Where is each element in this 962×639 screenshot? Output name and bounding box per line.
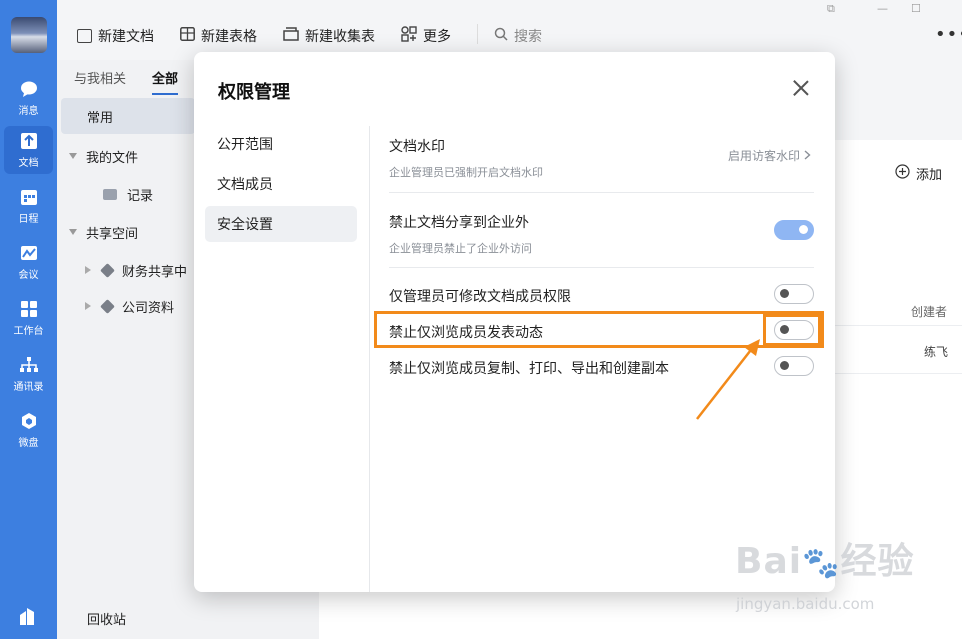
tab-all[interactable]: 全部: [152, 68, 179, 95]
tab-doc-members[interactable]: 文档成员: [205, 166, 357, 202]
space-cube-icon: [100, 262, 115, 278]
rail-item-workbench[interactable]: 工作台: [4, 294, 53, 342]
rail-item-calendar[interactable]: 日程: [4, 182, 53, 230]
side-tabs: 与我相关 全部: [74, 68, 179, 95]
sidebar-item-label: 我的文件: [86, 150, 139, 166]
add-button[interactable]: 添加: [895, 164, 942, 183]
app-rail: 消息 文档 日程 会议 工作台 通讯录 微盘: [0, 0, 57, 639]
apps-more-icon: [401, 26, 417, 46]
annotation-arrow-icon: [696, 339, 760, 420]
chevron-right-icon: [85, 302, 91, 310]
new-sheet-label: 新建表格: [201, 29, 257, 45]
space-cube-icon: [100, 298, 115, 314]
minimize-icon[interactable]: —: [877, 2, 888, 15]
external-share-toggle[interactable]: [774, 220, 814, 240]
setting-title: 仅管理员可修改文档成员权限: [389, 289, 571, 305]
tab-related[interactable]: 与我相关: [74, 68, 126, 95]
new-doc-icon: [77, 29, 92, 43]
toolbar-divider: [477, 24, 478, 44]
collect-form-icon: [283, 27, 299, 45]
rail-label: 日程: [18, 213, 39, 225]
sidebar-item-label: 财务共享中: [122, 264, 188, 280]
document-icon: [19, 132, 39, 150]
sidebar-item-label: 记录: [127, 188, 154, 204]
maximize-icon[interactable]: ☐: [911, 2, 921, 15]
rail-label: 会议: [18, 269, 39, 281]
chevron-down-icon: [69, 229, 77, 235]
watermark-url: jingyan.baidu.com: [736, 595, 875, 613]
calendar-icon: [19, 188, 39, 206]
annotation-highlight-toggle: [763, 314, 821, 346]
dialog-divider: [369, 126, 370, 592]
tab-security-settings[interactable]: 安全设置: [205, 206, 357, 242]
creator-cell: 练飞: [924, 345, 949, 359]
setting-title: 禁止文档分享到企业外: [389, 215, 529, 231]
setting-admin-only: 仅管理员可修改文档成员权限: [389, 286, 814, 306]
table-icon: [180, 27, 195, 45]
building-icon[interactable]: [18, 606, 38, 630]
rail-item-docs[interactable]: 文档: [4, 126, 53, 174]
rail-item-contacts[interactable]: 通讯录: [4, 350, 53, 398]
search-input[interactable]: 搜索: [494, 26, 542, 46]
more-button[interactable]: 更多: [401, 26, 451, 46]
baidu-watermark-logo: Bai🐾经验: [735, 541, 915, 582]
sidebar-item-label: 回收站: [87, 612, 127, 628]
creator-column-header: 创建者: [911, 305, 948, 319]
top-toolbar: 新建文档 新建表格 新建收集表 更多 搜索 ••• ⧉ — ☐: [57, 0, 962, 60]
org-chart-icon: [19, 356, 39, 374]
search-placeholder: 搜索: [514, 29, 542, 45]
drive-icon: [19, 412, 39, 430]
pop-out-icon[interactable]: ⧉: [827, 2, 835, 16]
search-icon: [494, 27, 508, 45]
avatar[interactable]: [11, 17, 47, 53]
setting-divider: [389, 267, 814, 268]
close-icon[interactable]: [793, 80, 809, 96]
rail-item-meeting[interactable]: 会议: [4, 238, 53, 286]
setting-divider: [389, 192, 814, 193]
admin-only-toggle[interactable]: [774, 284, 814, 304]
link-label: 启用访客水印: [727, 149, 800, 163]
chevron-right-icon: [85, 266, 91, 274]
meeting-icon: [19, 244, 39, 262]
sidebar-item-label: 共享空间: [86, 226, 139, 242]
chevron-down-icon: [69, 153, 77, 159]
new-doc-label: 新建文档: [98, 29, 154, 45]
new-sheet-button[interactable]: 新建表格: [180, 26, 257, 46]
add-label: 添加: [916, 168, 943, 183]
setting-subtitle: 企业管理员禁止了企业外访问: [389, 242, 532, 255]
new-collect-label: 新建收集表: [305, 29, 375, 45]
overflow-menu-icon[interactable]: •••: [935, 24, 962, 45]
no-copy-toggle[interactable]: [774, 356, 814, 376]
sidebar-item-common[interactable]: 常用: [61, 98, 195, 134]
more-label: 更多: [423, 29, 451, 45]
setting-subtitle: 企业管理员已强制开启文档水印: [389, 166, 543, 179]
sidebar-item-label: 公司资料: [122, 300, 175, 316]
sidebar-item-recycle[interactable]: 回收站: [57, 600, 319, 636]
folder-icon: [103, 188, 117, 200]
rail-item-drive[interactable]: 微盘: [4, 406, 53, 454]
rail-label: 微盘: [18, 437, 39, 449]
chevron-right-icon: [804, 149, 811, 163]
grid-icon: [19, 300, 39, 318]
dialog-title: 权限管理: [218, 82, 290, 103]
rail-label: 工作台: [13, 325, 44, 337]
visitor-watermark-link[interactable]: 启用访客水印: [728, 147, 811, 164]
setting-no-external-share: 禁止文档分享到企业外 企业管理员禁止了企业外访问: [389, 212, 814, 256]
new-collect-button[interactable]: 新建收集表: [283, 26, 375, 46]
sidebar-item-label: 常用: [87, 110, 114, 126]
rail-label: 通讯录: [13, 381, 44, 393]
rail-item-messages[interactable]: 消息: [4, 74, 53, 122]
chat-bubble-icon: [19, 80, 39, 98]
plus-circle-icon: [895, 164, 910, 183]
tab-visibility-scope[interactable]: 公开范围: [205, 126, 357, 162]
new-doc-button[interactable]: 新建文档: [77, 26, 154, 46]
rail-label: 消息: [18, 105, 39, 117]
rail-label: 文档: [18, 157, 39, 169]
